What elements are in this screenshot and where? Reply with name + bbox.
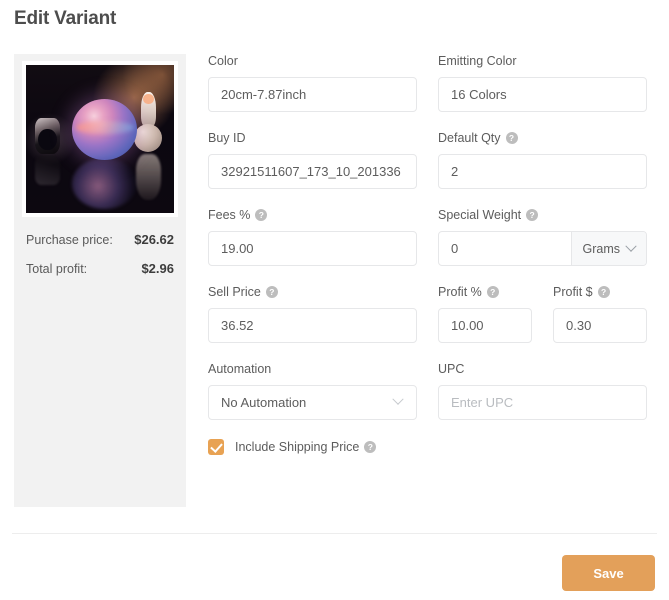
color-label-text: Color xyxy=(208,54,238,68)
chevron-down-icon xyxy=(392,393,404,405)
product-thumbnail-frame[interactable] xyxy=(22,61,178,217)
color-label: Color xyxy=(208,54,417,68)
field-automation: Automation No Automation xyxy=(208,362,417,420)
default-qty-input[interactable]: 2 xyxy=(438,154,647,189)
image-planet-lamp xyxy=(71,99,137,160)
field-special-weight: Special Weight ? 0 Grams xyxy=(438,208,647,266)
save-button[interactable]: Save xyxy=(562,555,655,591)
image-object-left xyxy=(34,118,61,154)
field-buy-id: Buy ID 32921511607_173_10_201336 xyxy=(208,131,417,189)
total-profit-value: $2.96 xyxy=(141,261,174,276)
emitting-color-input[interactable]: 16 Colors xyxy=(438,77,647,112)
help-icon[interactable]: ? xyxy=(255,209,268,221)
special-weight-label: Special Weight ? xyxy=(438,208,647,222)
profit-dollar-input[interactable]: 0.30 xyxy=(553,308,647,343)
help-icon[interactable]: ? xyxy=(364,441,377,453)
weight-unit-label: Grams xyxy=(582,241,621,256)
form-row-fees: Fees % ? 19.00 Special Weight ? 0 Grams xyxy=(208,208,655,266)
emitting-color-label-text: Emitting Color xyxy=(438,54,517,68)
automation-label: Automation xyxy=(208,362,417,376)
field-sell-price: Sell Price ? 36.52 xyxy=(208,285,417,343)
edit-variant-form: Color 20cm-7.87inch Emitting Color 16 Co… xyxy=(208,54,655,455)
product-image xyxy=(26,65,174,213)
help-icon[interactable]: ? xyxy=(597,286,610,298)
summary-stats: Purchase price: $26.62 Total profit: $2.… xyxy=(14,232,186,290)
profit-percent-label-text: Profit % xyxy=(438,285,482,299)
field-default-qty: Default Qty ? 2 xyxy=(438,131,647,189)
field-fees-percent: Fees % ? 19.00 xyxy=(208,208,417,266)
profit-dollar-label: Profit $ ? xyxy=(553,285,647,299)
profit-percent-label: Profit % ? xyxy=(438,285,532,299)
upc-input[interactable]: Enter UPC xyxy=(438,385,647,420)
buy-id-input[interactable]: 32921511607_173_10_201336 xyxy=(208,154,417,189)
form-row-pricing: Sell Price ? 36.52 Profit % ? 10.00 Prof… xyxy=(208,285,655,343)
page-title: Edit Variant xyxy=(14,8,117,29)
special-weight-input[interactable]: 0 xyxy=(439,232,571,265)
buy-id-label-text: Buy ID xyxy=(208,131,246,145)
weight-unit-select[interactable]: Grams xyxy=(570,232,646,265)
default-qty-label-text: Default Qty xyxy=(438,131,501,145)
help-icon[interactable]: ? xyxy=(526,209,539,221)
help-icon[interactable]: ? xyxy=(265,286,278,298)
automation-label-text: Automation xyxy=(208,362,272,376)
chevron-down-icon xyxy=(625,240,637,252)
upc-label-text: UPC xyxy=(438,362,465,376)
form-row-buyid: Buy ID 32921511607_173_10_201336 Default… xyxy=(208,131,655,189)
special-weight-group: 0 Grams xyxy=(438,231,647,266)
upc-label: UPC xyxy=(438,362,647,376)
stat-row-purchase-price: Purchase price: $26.62 xyxy=(26,232,174,247)
include-shipping-label: Include Shipping Price ? xyxy=(235,440,377,454)
total-profit-label: Total profit: xyxy=(26,262,88,276)
help-icon[interactable]: ? xyxy=(486,286,499,298)
field-color: Color 20cm-7.87inch xyxy=(208,54,417,112)
image-sphere-base xyxy=(134,124,163,153)
field-emitting-color: Emitting Color 16 Colors xyxy=(438,54,647,112)
form-row-color: Color 20cm-7.87inch Emitting Color 16 Co… xyxy=(208,54,655,112)
sell-price-label-text: Sell Price xyxy=(208,285,261,299)
image-planet-reflection xyxy=(71,158,137,209)
help-icon[interactable]: ? xyxy=(505,132,518,144)
variant-summary-panel: Purchase price: $26.62 Total profit: $2.… xyxy=(14,54,186,507)
profit-dollar-label-text: Profit $ xyxy=(553,285,593,299)
profit-percent-input[interactable]: 10.00 xyxy=(438,308,532,343)
include-shipping-row: Include Shipping Price ? xyxy=(208,439,655,455)
field-upc: UPC Enter UPC xyxy=(438,362,647,420)
fees-percent-input[interactable]: 19.00 xyxy=(208,231,417,266)
default-qty-label: Default Qty ? xyxy=(438,131,647,145)
purchase-price-value: $26.62 xyxy=(134,232,174,247)
image-object-left-reflection xyxy=(34,155,61,185)
automation-select[interactable]: No Automation xyxy=(208,385,417,420)
sell-price-input[interactable]: 36.52 xyxy=(208,308,417,343)
image-astronaut-figure xyxy=(141,91,157,128)
color-input[interactable]: 20cm-7.87inch xyxy=(208,77,417,112)
fees-percent-label: Fees % ? xyxy=(208,208,417,222)
include-shipping-checkbox[interactable] xyxy=(208,439,224,455)
field-profit-percent: Profit % ? 10.00 xyxy=(438,285,532,343)
buy-id-label: Buy ID xyxy=(208,131,417,145)
include-shipping-label-text: Include Shipping Price xyxy=(235,440,360,454)
automation-selected-value: No Automation xyxy=(221,395,307,410)
sell-price-label: Sell Price ? xyxy=(208,285,417,299)
stat-row-total-profit: Total profit: $2.96 xyxy=(26,261,174,276)
image-object-right-reflection xyxy=(135,153,161,200)
footer-divider xyxy=(12,533,657,534)
form-row-automation: Automation No Automation UPC Enter UPC xyxy=(208,362,655,420)
special-weight-label-text: Special Weight xyxy=(438,208,522,222)
fees-percent-label-text: Fees % xyxy=(208,208,251,222)
emitting-color-label: Emitting Color xyxy=(438,54,647,68)
field-profit-dollar: Profit $ ? 0.30 xyxy=(553,285,647,343)
purchase-price-label: Purchase price: xyxy=(26,233,113,247)
